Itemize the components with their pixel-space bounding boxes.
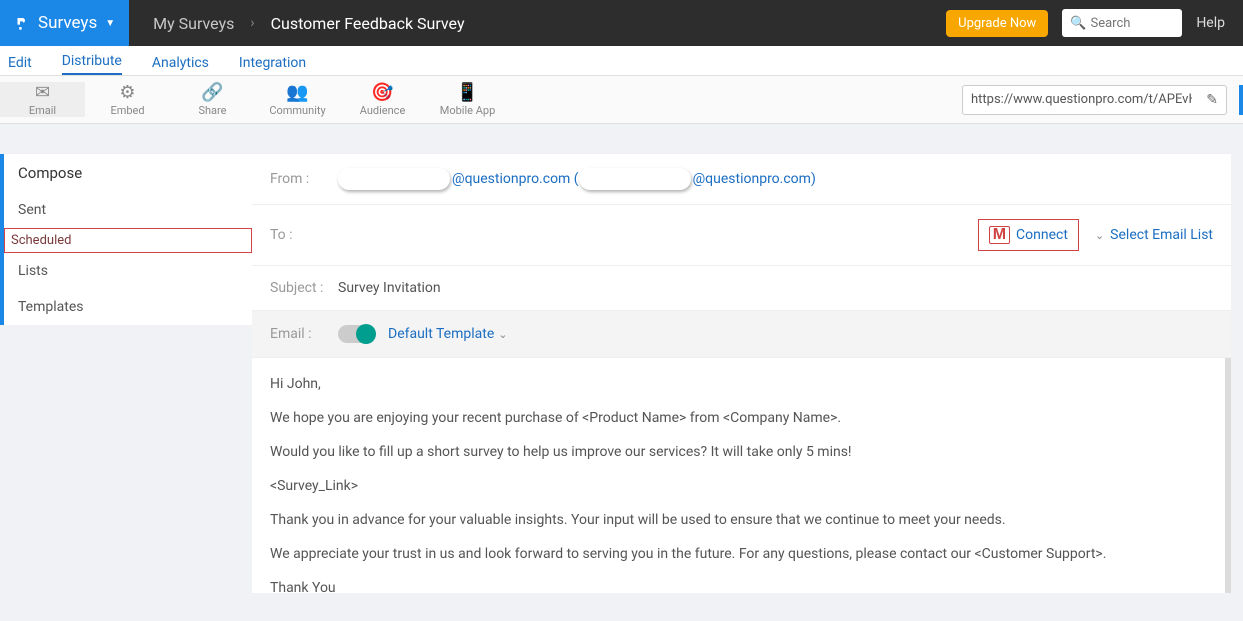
community-icon: 👥 <box>286 82 308 103</box>
pencil-icon[interactable]: ✎ <box>1198 92 1226 108</box>
brand-dropdown[interactable]: Surveys ▼ <box>0 0 129 46</box>
to-actions: M Connect ⌄ Select Email List <box>978 219 1213 251</box>
compose-panel: From : @questionpro.com ( @questionpro.c… <box>252 154 1231 593</box>
sidebar-sent[interactable]: Sent <box>4 192 252 228</box>
survey-url: https://www.questionpro.com/t/APEvHZeq <box>971 92 1192 107</box>
tool-label: Mobile App <box>440 104 496 117</box>
breadcrumb-root[interactable]: My Surveys <box>153 14 234 33</box>
edge-accent <box>1239 85 1243 115</box>
chevron-down-icon: ⌄ <box>1095 229 1104 242</box>
body-line: Thank You <box>270 580 1207 593</box>
email-toggle[interactable] <box>338 325 374 343</box>
tool-label: Share <box>198 104 226 117</box>
primary-tabs: Edit Distribute Analytics Integration <box>0 46 1243 76</box>
chevron-down-icon: ⌄ <box>498 328 507 341</box>
from-domain-1: @questionpro.com ( <box>452 171 579 187</box>
tab-integration[interactable]: Integration <box>239 55 306 75</box>
search-input[interactable] <box>1091 16 1179 31</box>
email-icon: ✉ <box>35 82 50 103</box>
brand-label: Surveys <box>38 13 97 33</box>
tool-community[interactable]: 👥 Community <box>255 82 340 117</box>
template-picker[interactable]: Default Template ⌄ <box>388 326 507 342</box>
search-box[interactable]: 🔍 <box>1062 9 1182 37</box>
embed-icon: ⚙ <box>119 82 135 103</box>
tool-mobile[interactable]: 📱 Mobile App <box>425 82 510 117</box>
breadcrumb-current: Customer Feedback Survey <box>271 14 465 33</box>
stage: Compose Sent Scheduled Lists Templates F… <box>0 124 1243 593</box>
side-menu: Compose Sent Scheduled Lists Templates <box>0 154 252 593</box>
subject-label: Subject : <box>270 280 328 296</box>
email-body[interactable]: Hi John, We hope you are enjoying your r… <box>252 358 1231 593</box>
subject-value[interactable]: Survey Invitation <box>338 280 441 296</box>
search-icon: 🔍 <box>1070 16 1086 31</box>
from-mask-2 <box>579 168 691 190</box>
sidebar-lists[interactable]: Lists <box>4 253 252 289</box>
top-bar: Surveys ▼ My Surveys › Customer Feedback… <box>0 0 1243 46</box>
select-email-label: Select Email List <box>1110 227 1213 243</box>
select-email-list[interactable]: ⌄ Select Email List <box>1095 227 1213 243</box>
upgrade-button[interactable]: Upgrade Now <box>946 10 1048 37</box>
logo-icon <box>10 13 30 33</box>
audience-icon: 🎯 <box>371 82 393 103</box>
subject-row: Subject : Survey Invitation <box>252 266 1231 311</box>
body-line: <Survey_Link> <box>270 478 1207 494</box>
sidebar-compose[interactable]: Compose <box>4 154 252 192</box>
help-link[interactable]: Help <box>1196 15 1225 31</box>
from-row: From : @questionpro.com ( @questionpro.c… <box>252 154 1231 205</box>
to-label: To : <box>270 227 328 243</box>
tab-distribute[interactable]: Distribute <box>62 53 122 75</box>
tool-label: Embed <box>110 104 144 117</box>
tool-label: Community <box>269 104 325 117</box>
tool-embed[interactable]: ⚙ Embed <box>85 82 170 117</box>
share-icon: 🔗 <box>201 82 223 103</box>
gmail-icon: M <box>989 226 1010 244</box>
from-domain-2: @questionpro.com) <box>693 171 816 187</box>
breadcrumb: My Surveys › Customer Feedback Survey <box>153 14 464 33</box>
connect-label: Connect <box>1016 227 1068 243</box>
scheduled-label: Scheduled <box>4 228 252 253</box>
tool-label: Audience <box>360 104 406 117</box>
tab-analytics[interactable]: Analytics <box>152 55 209 75</box>
gmail-connect-button[interactable]: M Connect <box>978 219 1079 251</box>
sidebar-scheduled[interactable]: Scheduled <box>4 228 252 253</box>
tool-audience[interactable]: 🎯 Audience <box>340 82 425 117</box>
body-line: Would you like to fill up a short survey… <box>270 444 1207 460</box>
tool-share[interactable]: 🔗 Share <box>170 82 255 117</box>
tool-email[interactable]: ✉ Email <box>0 82 85 117</box>
body-line: Thank you in advance for your valuable i… <box>270 512 1207 528</box>
survey-url-box[interactable]: https://www.questionpro.com/t/APEvHZeq ✎ <box>962 85 1227 115</box>
email-template-row: Email : Default Template ⌄ <box>252 311 1231 358</box>
caret-down-icon: ▼ <box>105 18 115 29</box>
to-row: To : M Connect ⌄ Select Email List <box>252 205 1231 266</box>
top-right: Upgrade Now 🔍 Help <box>946 9 1243 37</box>
body-line: Hi John, <box>270 376 1207 392</box>
chevron-right-icon: › <box>250 15 254 31</box>
tool-label: Email <box>29 104 56 117</box>
tab-edit[interactable]: Edit <box>8 55 32 75</box>
mobile-icon: 📱 <box>456 82 478 103</box>
email-label: Email : <box>270 326 328 342</box>
body-line: We appreciate your trust in us and look … <box>270 546 1207 562</box>
sidebar-templates[interactable]: Templates <box>4 289 252 325</box>
template-label: Default Template <box>388 326 494 342</box>
body-line: We hope you are enjoying your recent pur… <box>270 410 1207 426</box>
from-mask-1 <box>338 168 450 190</box>
distribute-toolbar: ✉ Email ⚙ Embed 🔗 Share 👥 Community 🎯 Au… <box>0 76 1243 124</box>
from-label: From : <box>270 171 328 187</box>
